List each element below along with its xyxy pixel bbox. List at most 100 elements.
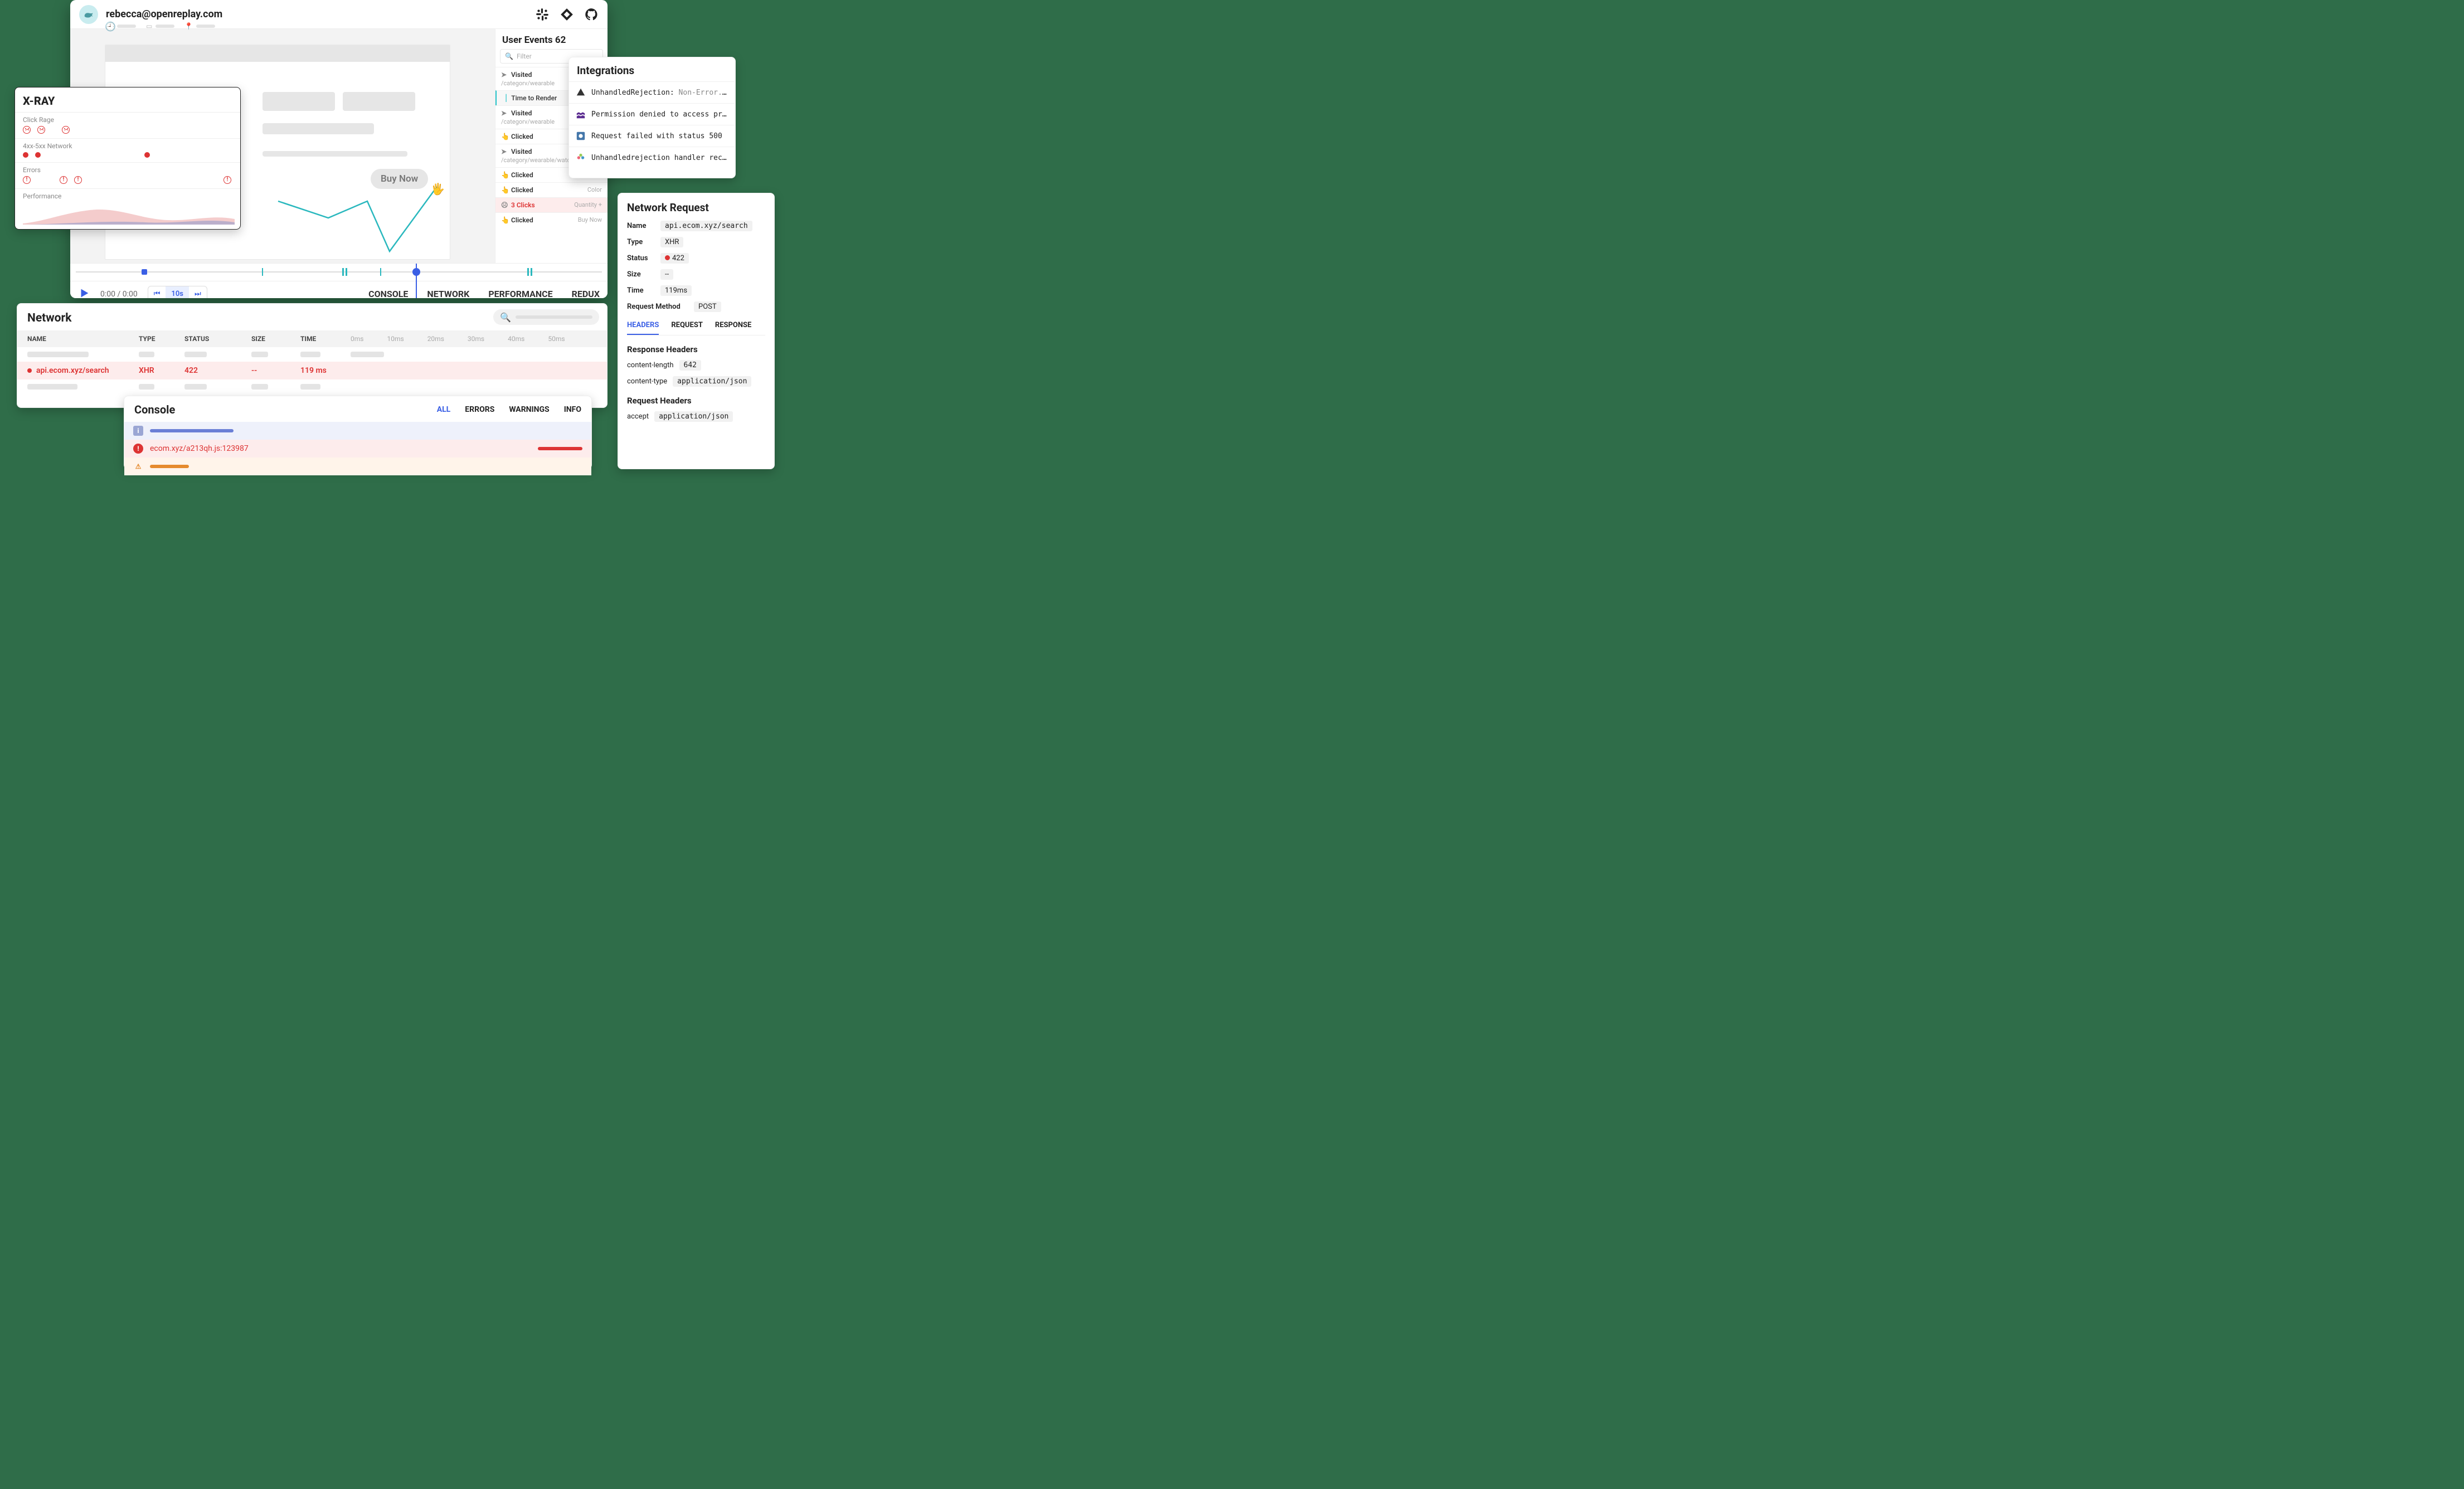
event-item[interactable]: ☹3 ClicksQuantity + (495, 197, 608, 212)
github-icon[interactable] (584, 7, 599, 22)
performance-chart (23, 202, 235, 225)
console-tab[interactable]: ALL (437, 405, 451, 414)
timeline-marker[interactable] (262, 268, 263, 276)
event-item[interactable]: 👆ClickedBuy Now (495, 212, 608, 227)
col-status: STATUS (184, 335, 251, 343)
label-size: Size (627, 270, 655, 279)
devtools-tabs: CONSOLE NETWORK PERFORMANCE REDUX (368, 289, 600, 298)
network-row-skeleton (17, 347, 607, 362)
play-button[interactable] (78, 287, 90, 299)
integrations-title: Integrations (569, 57, 735, 81)
console-row-error[interactable]: ! ecom.xyz/a213qh.js:123987 (124, 440, 591, 458)
request-tab[interactable]: RESPONSE (715, 321, 751, 335)
error-dot-icon (144, 152, 150, 158)
integration-item[interactable]: Unhandledrejection handler rece.. (569, 147, 735, 168)
slack-icon[interactable] (535, 7, 550, 22)
event-item[interactable]: 👆ClickedColor (495, 182, 608, 197)
error-dot-icon (23, 152, 28, 158)
jira-icon[interactable] (560, 7, 574, 22)
timing-ticks: 0ms10ms20ms30ms40ms50ms (351, 335, 565, 343)
timing-tick: 10ms (387, 335, 404, 343)
request-name: api.ecom.xyz/search (27, 366, 139, 375)
header-value: application/json (673, 376, 751, 387)
request-type: XHR (139, 366, 184, 375)
console-title: Console (134, 403, 175, 416)
click-icon: 👆 (501, 133, 508, 140)
console-tab[interactable]: ERRORS (465, 405, 494, 414)
navigate-icon: ➤ (501, 109, 508, 117)
cursor-icon: 🖐️ (431, 182, 445, 196)
click-icon: 👆 (501, 186, 508, 194)
xray-network-row: 4xx-5xx Network (15, 138, 240, 162)
console-panel: Console ALL ERRORS WARNINGS INFO i ! ecom.x… (124, 396, 592, 469)
bugsnag-icon (576, 153, 586, 163)
skip-controls: ⏮ 10s ⏭ (148, 286, 207, 298)
console-row-info[interactable]: i (124, 422, 591, 440)
response-headers-title: Response Headers (627, 344, 765, 354)
datadog-icon (576, 109, 586, 119)
sentry-icon (576, 87, 586, 98)
console-header: Console ALL ERRORS WARNINGS INFO (124, 396, 591, 422)
xray-performance-row: Performance (15, 188, 240, 227)
label-type: Type (627, 238, 655, 246)
request-size: -- (251, 366, 300, 375)
label-status: Status (627, 254, 655, 262)
render-icon: ⎮ (504, 94, 508, 102)
timeline[interactable] (70, 263, 608, 281)
xray-panel: X-RAY Click Rage 4xx-5xx Network Errors … (14, 87, 241, 230)
timing-tick: 40ms (508, 335, 524, 343)
devtools-tab[interactable]: CONSOLE (368, 289, 408, 298)
error-dot-icon (35, 152, 41, 158)
request-title: Network Request (627, 201, 765, 214)
skip-interval[interactable]: 10s (166, 286, 189, 298)
timeline-marker[interactable] (380, 268, 381, 276)
status-dot-icon (665, 255, 670, 260)
integration-item[interactable]: Permission denied to access pro... (569, 103, 735, 125)
window-icon: ▭ (146, 22, 152, 30)
timing-tick: 30ms (468, 335, 484, 343)
integration-item[interactable]: UnhandledRejection: Non-Error... (569, 81, 735, 103)
console-row-warning[interactable]: ⚠ (124, 458, 591, 475)
meta-duration: 🕘 (107, 22, 136, 30)
header-key: content-type (627, 377, 667, 386)
header-key: content-length (627, 361, 674, 369)
warning-icon: ⚠ (133, 461, 143, 471)
request-tab[interactable]: HEADERS (627, 321, 659, 335)
label-time: Time (627, 286, 655, 295)
request-tab[interactable]: REQUEST (671, 321, 703, 335)
value-type: XHR (660, 237, 683, 247)
timing-tick: 0ms (351, 335, 363, 343)
error-icon: ! (60, 176, 67, 184)
search-icon: 🔍 (505, 52, 513, 60)
xray-row-label: Errors (23, 166, 232, 174)
label-name: Name (627, 222, 655, 230)
timing-tick: 50ms (548, 335, 565, 343)
error-icon: ! (23, 176, 31, 184)
xray-row-label: 4xx-5xx Network (23, 142, 232, 150)
request-tabs: HEADERS REQUEST RESPONSE (627, 321, 765, 335)
console-tab[interactable]: INFO (564, 405, 581, 414)
buy-now-button[interactable]: Buy Now (371, 169, 428, 189)
playhead[interactable] (416, 264, 417, 298)
response-headers-list: content-length642content-typeapplication… (627, 360, 765, 387)
col-time: TIME (300, 335, 345, 343)
navigate-icon: ➤ (501, 71, 508, 79)
col-size: SIZE (251, 335, 300, 343)
timeline-marker[interactable] (142, 269, 147, 275)
devtools-tab[interactable]: NETWORK (427, 289, 469, 298)
devtools-tab[interactable]: REDUX (572, 289, 600, 298)
skip-back-button[interactable]: ⏮ (148, 286, 166, 298)
skip-forward-button[interactable]: ⏭ (189, 286, 207, 298)
filter-placeholder: Filter (517, 52, 532, 60)
rage-icon (23, 126, 31, 134)
rage-icon (37, 126, 45, 134)
search-icon: 🔍 (500, 312, 511, 323)
network-row-error[interactable]: api.ecom.xyz/search XHR 422 -- 119 ms (17, 362, 607, 379)
rage-icon: ☹ (501, 201, 508, 209)
devtools-tab[interactable]: PERFORMANCE (488, 289, 552, 298)
console-tab[interactable]: WARNINGS (509, 405, 549, 414)
value-status: 422 (660, 253, 689, 264)
play-icon (78, 287, 90, 299)
integration-item[interactable]: Request failed with status 500 (569, 125, 735, 147)
network-search-input[interactable]: 🔍 (493, 309, 599, 325)
